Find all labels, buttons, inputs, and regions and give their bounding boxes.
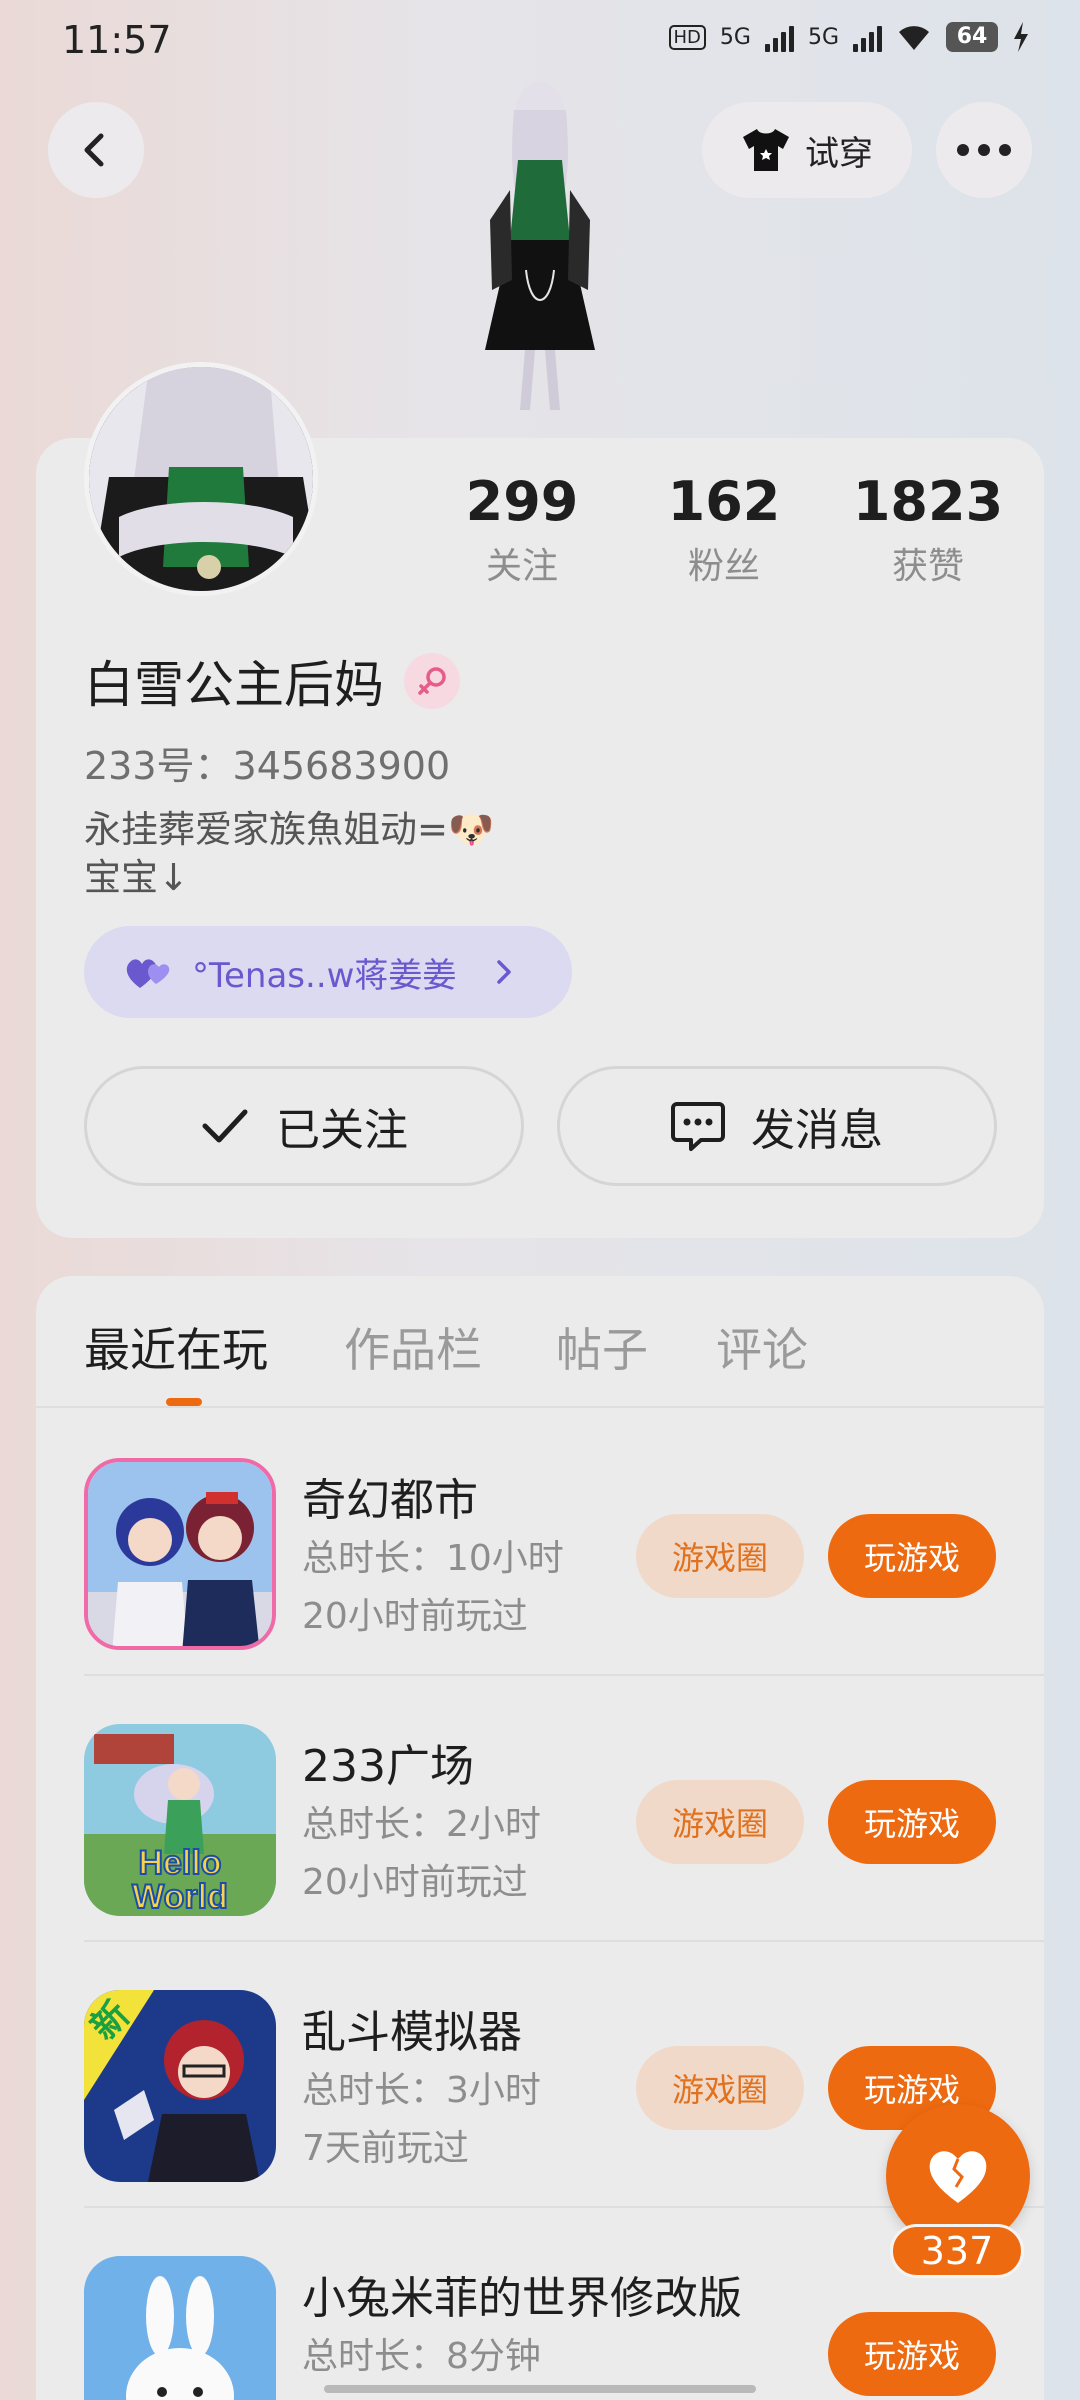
- play-game-button[interactable]: 玩游戏: [828, 1514, 996, 1598]
- game-meta: 总时长：10小时 20小时前玩过: [302, 1530, 564, 1646]
- home-indicator[interactable]: [324, 2385, 756, 2393]
- game-title: 小兔米菲的世界修改版: [302, 2273, 742, 2324]
- tshirt-icon: [743, 129, 789, 171]
- charging-icon: [1014, 22, 1028, 52]
- friend-chip-label: °Tenas..w蒋姜姜: [192, 955, 457, 996]
- game-circle-button[interactable]: 游戏圈: [636, 2046, 804, 2130]
- avatar-image: [89, 367, 313, 591]
- follow-label: 已关注: [276, 1105, 408, 1156]
- system-icons: HD 5G 5G 64: [668, 22, 1031, 52]
- message-button[interactable]: 发消息: [557, 1066, 997, 1186]
- game-row[interactable]: Hello World 233广场 总时长：2小时 20小时前玩过 游戏圈 玩游…: [84, 1676, 1044, 1942]
- game-last-played: 20小时前玩过: [302, 1862, 528, 1903]
- game-circle-button[interactable]: 游戏圈: [636, 1514, 804, 1598]
- bio: 永挂葬爱家族魚姐动=🐶 宝宝↓: [84, 806, 684, 902]
- friend-chip[interactable]: °Tenas..w蒋姜姜: [84, 926, 572, 1018]
- play-game-button[interactable]: 玩游戏: [828, 1780, 996, 1864]
- game-last-played: 7天前玩过: [302, 2128, 469, 2169]
- stat-fans[interactable]: 162 粉丝: [624, 470, 824, 589]
- avatar[interactable]: [84, 362, 318, 596]
- chat-bubble-icon: [671, 1102, 725, 1151]
- game-title: 233广场: [302, 1741, 474, 1792]
- more-dots-icon: [957, 144, 1011, 156]
- fans-count: 162: [667, 470, 781, 533]
- game-meta: 总时长：2小时 20小时前玩过: [302, 1796, 541, 1912]
- game-duration: 总时长：2小时: [302, 1804, 541, 1845]
- like-count-badge: 337: [890, 2224, 1024, 2278]
- hd-indicator: HD: [668, 24, 706, 50]
- network-5g-label-2: 5G: [807, 24, 839, 50]
- chevron-left-icon: [84, 133, 104, 167]
- likes-count: 1823: [852, 470, 1004, 533]
- tab-recently-played[interactable]: 最近在玩: [84, 1314, 268, 1380]
- bio-line-1: 永挂葬爱家族魚姐动=🐶: [84, 808, 495, 851]
- signal-icon-2: [853, 22, 882, 52]
- follow-button[interactable]: 已关注: [84, 1066, 524, 1186]
- heart-icon: [929, 2151, 987, 2203]
- bio-line-2: 宝宝↓: [84, 856, 190, 899]
- game-duration: 总时长：3小时: [302, 2070, 541, 2111]
- chevron-right-icon: [497, 960, 512, 984]
- game-duration: 总时长：8分钟: [302, 2336, 541, 2377]
- wifi-icon: [899, 26, 929, 50]
- female-gender-icon: [404, 653, 460, 709]
- content-sheet: 最近在玩 作品栏 帖子 评论 奇幻都市 总时长：10小时 20小时前玩过 游戏圈…: [36, 1276, 1044, 2400]
- tab-bar: 最近在玩 作品栏 帖子 评论: [36, 1276, 1044, 1408]
- character-avatar-figure[interactable]: [430, 80, 650, 440]
- active-tab-indicator: [166, 1398, 202, 1406]
- game-icon-233-plaza[interactable]: Hello World: [84, 1724, 276, 1916]
- game-title: 奇幻都市: [302, 1475, 478, 1526]
- game-title: 乱斗模拟器: [302, 2007, 522, 2058]
- fans-label: 粉丝: [687, 546, 760, 587]
- tab-comments[interactable]: 评论: [716, 1314, 808, 1380]
- game-last-played: 20小时前玩过: [302, 1596, 528, 1637]
- status-bar: 11:57 HD 5G 5G 64: [0, 0, 1080, 84]
- game-row[interactable]: 奇幻都市 总时长：10小时 20小时前玩过 游戏圈 玩游戏: [84, 1410, 1044, 1676]
- game-duration: 总时长：10小时: [302, 1538, 564, 1579]
- game-circle-button[interactable]: 游戏圈: [636, 1780, 804, 1864]
- likes-label: 获赞: [891, 546, 964, 587]
- game-icon-brawl-simulator[interactable]: 新: [84, 1990, 276, 2182]
- game-meta: 总时长：8分钟: [302, 2328, 541, 2386]
- signal-icon: [764, 22, 794, 52]
- stat-likes[interactable]: 1823 获赞: [828, 470, 1028, 589]
- network-5g-label: 5G: [719, 24, 751, 50]
- message-label: 发消息: [751, 1105, 883, 1156]
- following-label: 关注: [485, 546, 558, 587]
- profile-name: 白雪公主后妈: [84, 656, 384, 714]
- stat-following[interactable]: 299 关注: [422, 470, 622, 589]
- battery-icon: 64: [946, 22, 998, 52]
- game-icon-miffy-world[interactable]: [84, 2256, 276, 2400]
- game-icon-text-world: World: [132, 1878, 228, 1916]
- more-button[interactable]: [936, 102, 1032, 198]
- tab-works[interactable]: 作品栏: [344, 1314, 482, 1380]
- game-icon-text-hello: Hello: [138, 1844, 221, 1882]
- name-row: 白雪公主后妈: [84, 645, 460, 717]
- try-on-label: 试穿: [805, 133, 873, 174]
- following-count: 299: [465, 470, 579, 533]
- back-button[interactable]: [48, 102, 144, 198]
- game-icon-fantasy-city[interactable]: [84, 1458, 276, 1650]
- user-id: 233号：345683900: [84, 744, 451, 788]
- checkmark-icon: [202, 1109, 248, 1143]
- clock: 11:57: [62, 18, 172, 62]
- tab-posts[interactable]: 帖子: [556, 1314, 648, 1380]
- game-meta: 总时长：3小时 7天前玩过: [302, 2062, 541, 2178]
- try-on-button[interactable]: 试穿: [702, 102, 912, 198]
- play-game-button[interactable]: 玩游戏: [828, 2312, 996, 2396]
- double-heart-icon: [126, 959, 170, 988]
